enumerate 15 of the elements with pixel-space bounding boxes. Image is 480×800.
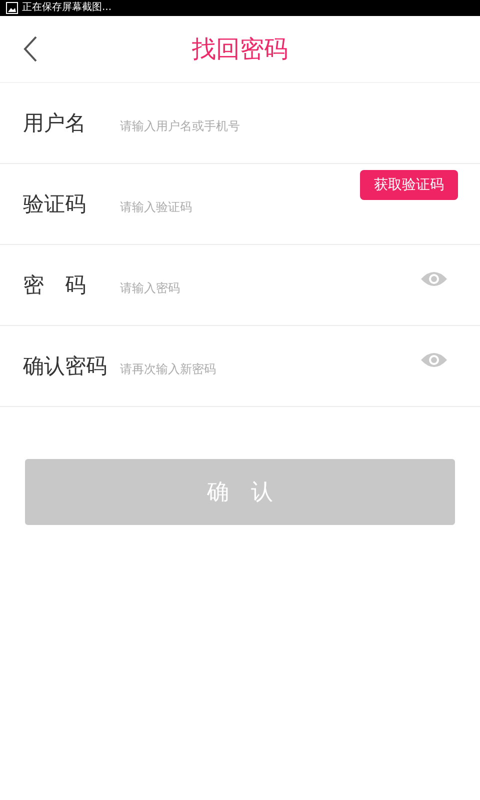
input-field[interactable]: 请输入用户名或手机号 bbox=[120, 113, 458, 133]
field-label: 验证码 bbox=[23, 191, 87, 218]
eye-icon[interactable] bbox=[420, 351, 448, 369]
eye-icon[interactable] bbox=[420, 270, 448, 288]
image-icon bbox=[6, 2, 18, 14]
input-field[interactable]: 请输入密码 bbox=[120, 275, 420, 295]
page-title: 找回密码 bbox=[192, 34, 288, 65]
back-icon[interactable] bbox=[22, 35, 38, 63]
status-notification: 正在保存屏幕截图... bbox=[22, 2, 112, 14]
get-code-button[interactable]: 获取验证码 bbox=[360, 170, 458, 200]
input-field[interactable]: 请再次输入新密码 bbox=[120, 356, 420, 376]
field-label: 确认密码 bbox=[23, 353, 108, 380]
field-label: 密 码 bbox=[23, 272, 87, 299]
input-field[interactable]: 请输入验证码 bbox=[120, 194, 360, 214]
field-label: 用户名 bbox=[23, 110, 87, 137]
